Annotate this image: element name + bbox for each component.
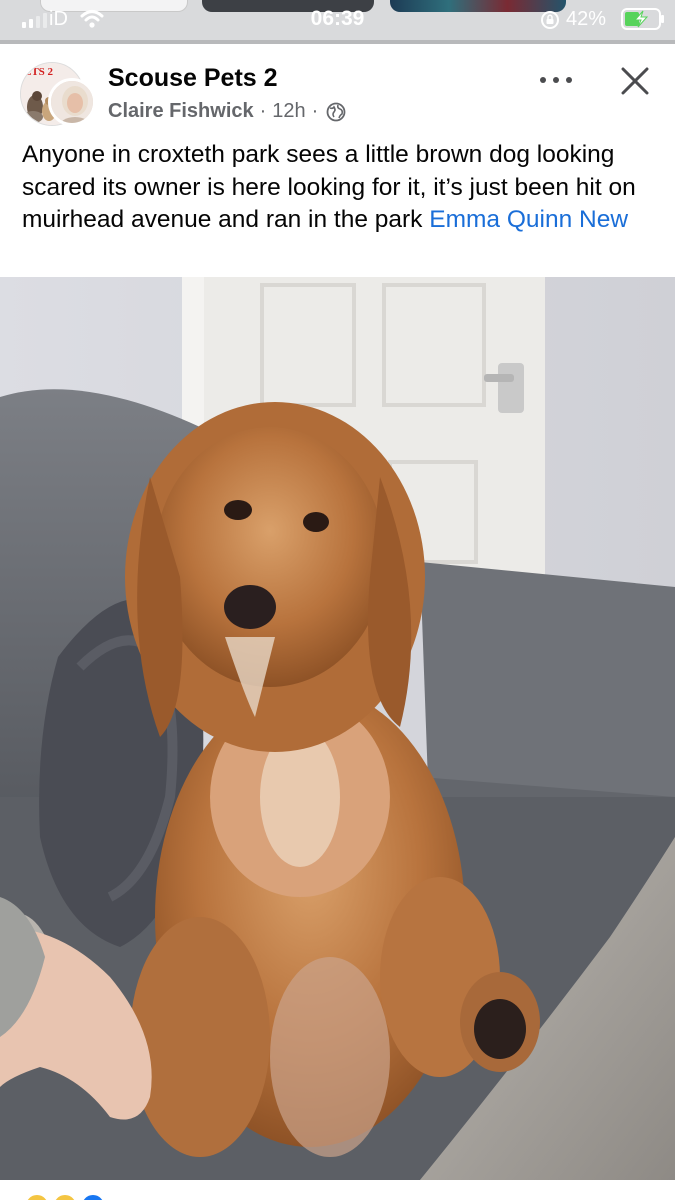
sad-reaction-icon	[52, 1193, 78, 1200]
more-options-icon[interactable]	[540, 66, 572, 94]
meta-separator: ·	[311, 100, 319, 122]
author-avatar[interactable]	[48, 78, 96, 126]
tagged-user[interactable]: Emma Quinn	[429, 206, 572, 233]
group-name[interactable]: Scouse Pets 2	[108, 64, 278, 93]
group-avatar-text: ETS 2	[24, 66, 54, 78]
dog-photo	[0, 277, 675, 1180]
author-avatar-art	[51, 81, 93, 123]
close-icon[interactable]	[618, 64, 652, 98]
like-reaction-icon	[80, 1193, 106, 1200]
globe-icon	[326, 102, 346, 121]
tagged-user[interactable]: New	[579, 206, 628, 233]
battery-charging-icon	[621, 8, 664, 30]
battery-percent: 42%	[566, 8, 607, 30]
author-name[interactable]: Claire Fishwick	[108, 100, 254, 123]
status-bar: iD 06:39 42%	[0, 0, 675, 40]
post-body: Anyone in croxteth park sees a little br…	[22, 139, 662, 237]
post-time[interactable]: 12h	[272, 100, 305, 123]
post-meta: Claire Fishwick · 12h ·	[108, 100, 346, 123]
rotation-lock-icon	[541, 11, 559, 29]
meta-separator: ·	[259, 100, 267, 122]
post-photo[interactable]	[0, 277, 675, 1180]
haha-reaction-icon	[24, 1193, 50, 1200]
sheet-divider	[0, 40, 675, 44]
reactions-strip[interactable]	[0, 1180, 675, 1200]
